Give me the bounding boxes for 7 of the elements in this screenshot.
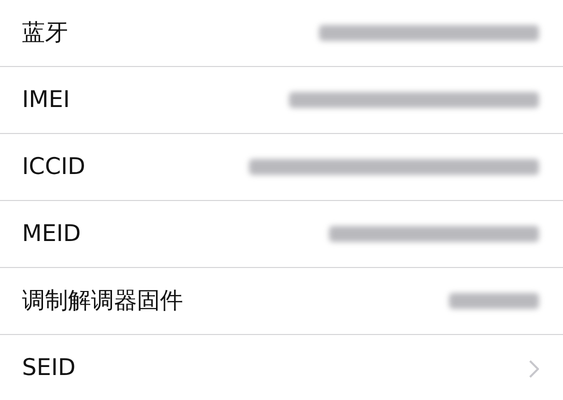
row-label: ICCID [22, 152, 86, 182]
row-label: IMEI [22, 86, 70, 115]
row-label: 蓝牙 [22, 18, 68, 48]
chevron-icon [529, 360, 539, 378]
row-label: SEID [22, 354, 76, 384]
row-label: MEID [22, 220, 81, 249]
row-label: 调制解调器固件 [22, 286, 183, 316]
